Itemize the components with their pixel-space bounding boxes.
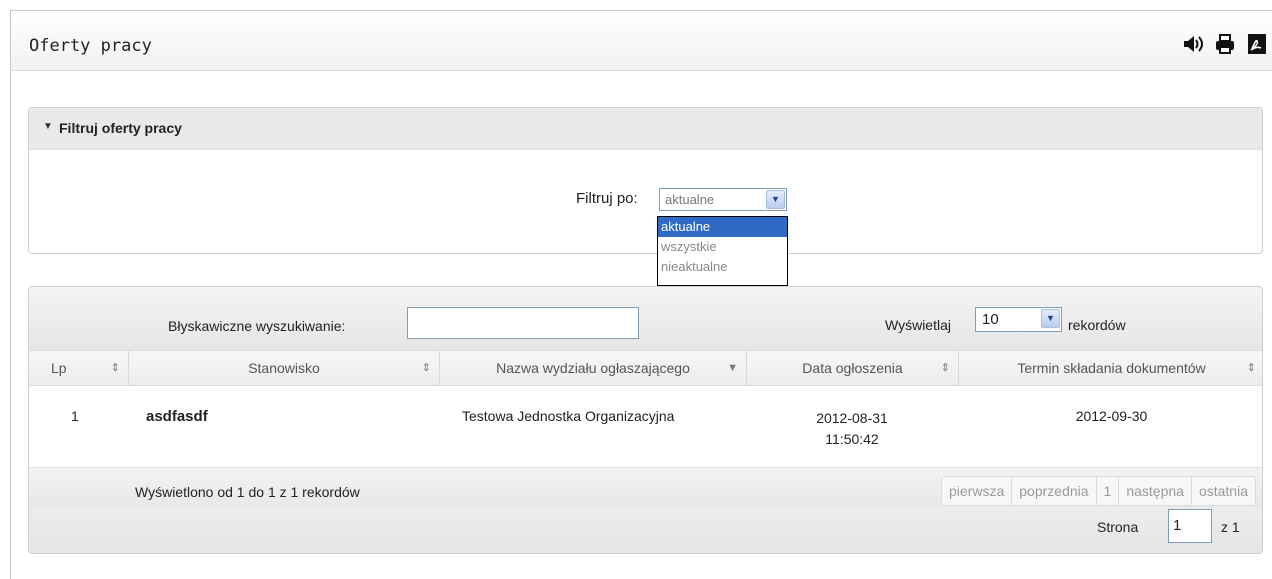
page-length-select[interactable]: 10 ▼	[975, 307, 1062, 332]
page-label: Strona	[1097, 519, 1139, 535]
sort-desc-icon: ▼	[727, 362, 738, 374]
table-controls: Błyskawiczne wyszukiwanie: Wyświetlaj 10…	[29, 287, 1262, 350]
job-offers-panel: Oferty pracy ▼ Filtruj oferty pracy Filt	[10, 10, 1272, 579]
pager-next-button[interactable]: następna	[1119, 477, 1192, 505]
column-header-lp[interactable]: Lp ⇕	[29, 351, 129, 386]
column-label: Lp	[51, 360, 67, 376]
cell-lp: 1	[71, 408, 79, 424]
filter-option-wszystkie[interactable]: wszystkie	[658, 237, 787, 257]
column-header-stanowisko[interactable]: Stanowisko ⇕	[129, 351, 440, 386]
triangle-down-icon: ▼	[43, 121, 53, 132]
filter-selected-value: aktualne	[665, 192, 715, 207]
filter-select[interactable]: aktualne ▼	[659, 188, 787, 211]
search-label: Błyskawiczne wyszukiwanie:	[168, 318, 346, 334]
printer-icon[interactable]	[1214, 33, 1236, 55]
table-info-bar: Wyświetlono od 1 do 1 z 1 rekordów pierw…	[29, 467, 1262, 507]
column-header-nazwa[interactable]: Nazwa wydziału ogłaszającego ▼	[440, 351, 747, 386]
cell-termin: 2012-09-30	[1075, 408, 1148, 424]
page-number-input[interactable]: 1	[1168, 509, 1212, 543]
filter-section: ▼ Filtruj oferty pracy Filtruj po: aktua…	[28, 107, 1263, 254]
job-offers-table: Błyskawiczne wyszukiwanie: Wyświetlaj 10…	[28, 286, 1263, 554]
cell-nazwa: Testowa Jednostka Organizacyjna	[462, 408, 675, 424]
page-jump-bar: Strona 1 z 1	[29, 507, 1262, 553]
filter-toggle[interactable]: ▼ Filtruj oferty pracy	[29, 108, 1262, 150]
pdf-icon[interactable]	[1246, 33, 1268, 55]
cell-data-date: 2012-08-31	[816, 410, 888, 426]
pager-page-1-button[interactable]: 1	[1097, 477, 1120, 505]
cell-data-time: 11:50:42	[825, 431, 879, 447]
sort-both-icon: ⇕	[110, 362, 120, 374]
sort-both-icon: ⇕	[421, 362, 431, 374]
column-label: Data ogłoszenia	[802, 360, 903, 376]
pager-first-button[interactable]: pierwsza	[942, 477, 1013, 505]
column-label: Termin składania dokumentów	[1017, 360, 1206, 376]
page-total: z 1	[1221, 519, 1240, 535]
records-label: rekordów	[1068, 317, 1126, 333]
page-length-value: 10	[982, 311, 999, 328]
filter-dropdown-list: aktualne wszystkie nieaktualne	[657, 216, 788, 286]
page-title: Oferty pracy	[29, 36, 152, 56]
panel-header: Oferty pracy	[11, 11, 1272, 71]
sort-both-icon: ⇕	[940, 362, 950, 374]
column-header-data[interactable]: Data ogłoszenia ⇕	[747, 351, 959, 386]
pagination: pierwsza poprzednia 1 następna ostatnia	[941, 476, 1256, 506]
filter-option-aktualne[interactable]: aktualne	[658, 217, 787, 237]
table-row[interactable]: 1 asdfasdf Testowa Jednostka Organizacyj…	[29, 386, 1262, 464]
page-number-value: 1	[1173, 517, 1182, 534]
speaker-icon[interactable]	[1182, 33, 1204, 55]
cell-data: 2012-08-31 11:50:42	[767, 408, 937, 450]
header-toolbar	[1182, 33, 1268, 55]
chevron-down-icon[interactable]: ▼	[1041, 309, 1060, 328]
pager-previous-button[interactable]: poprzednia	[1012, 477, 1097, 505]
table-header: Lp ⇕ Stanowisko ⇕ Nazwa wydziału ogłasza…	[29, 350, 1262, 386]
records-info: Wyświetlono od 1 do 1 z 1 rekordów	[135, 484, 360, 500]
search-input[interactable]	[407, 307, 639, 339]
column-label: Nazwa wydziału ogłaszającego	[496, 360, 690, 376]
filter-heading: Filtruj oferty pracy	[59, 120, 182, 136]
filter-option-nieaktualne[interactable]: nieaktualne	[658, 257, 787, 277]
sort-both-icon: ⇕	[1246, 362, 1256, 374]
column-header-termin[interactable]: Termin składania dokumentów ⇕	[959, 351, 1262, 386]
column-label: Stanowisko	[248, 360, 320, 376]
filter-label: Filtruj po:	[576, 190, 638, 207]
chevron-down-icon[interactable]: ▼	[766, 190, 785, 209]
pager-last-button[interactable]: ostatnia	[1192, 477, 1255, 505]
cell-stanowisko-link[interactable]: asdfasdf	[146, 408, 208, 425]
page-length-label: Wyświetlaj	[885, 317, 951, 333]
